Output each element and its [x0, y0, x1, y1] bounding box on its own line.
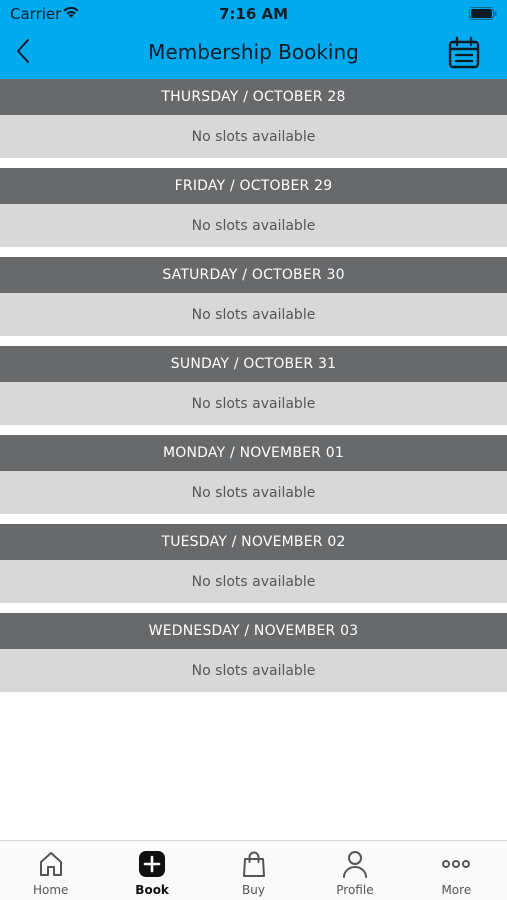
- calendar-button[interactable]: [447, 36, 481, 70]
- header: Carrier 7:16 AM Membership Booking: [0, 0, 507, 79]
- calendar-icon: [447, 36, 481, 74]
- tab-label: More: [441, 883, 472, 897]
- tab-book[interactable]: Book: [101, 841, 202, 900]
- day-header: FRIDAY / OCTOBER 29: [0, 168, 507, 204]
- tab-label: Buy: [242, 883, 265, 897]
- tab-label: Book: [135, 883, 169, 897]
- tab-home[interactable]: Home: [0, 841, 101, 900]
- tab-label: Home: [32, 883, 69, 897]
- day-block: SUNDAY / OCTOBER 31 No slots available: [0, 346, 507, 435]
- plus-square-icon: [137, 849, 167, 879]
- status-bar: Carrier 7:16 AM: [0, 0, 507, 28]
- tab-more[interactable]: More: [406, 841, 507, 900]
- shopping-bag-icon: [239, 849, 269, 879]
- tab-profile[interactable]: Profile: [304, 841, 405, 900]
- day-list: THURSDAY / OCTOBER 28 No slots available…: [0, 79, 507, 702]
- day-header: SATURDAY / OCTOBER 30: [0, 257, 507, 293]
- tab-label: Profile: [336, 883, 374, 897]
- day-block: SATURDAY / OCTOBER 30 No slots available: [0, 257, 507, 346]
- day-header: THURSDAY / OCTOBER 28: [0, 79, 507, 115]
- more-dots-icon: [441, 849, 471, 879]
- slot-status: No slots available: [0, 204, 507, 247]
- status-time: 7:16 AM: [218, 5, 289, 23]
- battery-icon: [469, 6, 497, 24]
- day-header: WEDNESDAY / NOVEMBER 03: [0, 613, 507, 649]
- slot-status: No slots available: [0, 560, 507, 603]
- day-block: FRIDAY / OCTOBER 29 No slots available: [0, 168, 507, 257]
- slot-status: No slots available: [0, 115, 507, 158]
- slot-status: No slots available: [0, 649, 507, 692]
- day-block: MONDAY / NOVEMBER 01 No slots available: [0, 435, 507, 524]
- tab-buy[interactable]: Buy: [203, 841, 304, 900]
- day-block: TUESDAY / NOVEMBER 02 No slots available: [0, 524, 507, 613]
- tab-bar: Home Book Buy Profile More: [0, 840, 507, 900]
- day-block: THURSDAY / OCTOBER 28 No slots available: [0, 79, 507, 168]
- day-header: MONDAY / NOVEMBER 01: [0, 435, 507, 471]
- person-icon: [340, 849, 370, 879]
- slot-status: No slots available: [0, 293, 507, 336]
- slot-status: No slots available: [0, 471, 507, 514]
- slot-status: No slots available: [0, 382, 507, 425]
- home-icon: [36, 849, 66, 879]
- day-header: SUNDAY / OCTOBER 31: [0, 346, 507, 382]
- nav-bar: Membership Booking: [0, 28, 507, 79]
- page-title: Membership Booking: [148, 40, 359, 64]
- day-block: WEDNESDAY / NOVEMBER 03 No slots availab…: [0, 613, 507, 702]
- day-header: TUESDAY / NOVEMBER 02: [0, 524, 507, 560]
